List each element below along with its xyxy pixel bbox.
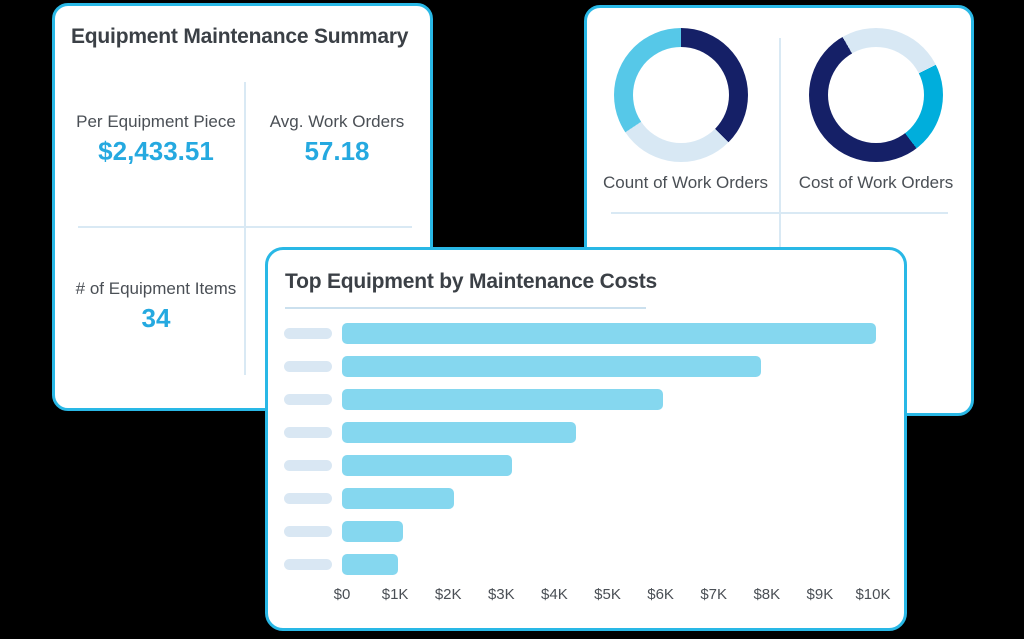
dashboard-canvas: Equipment Maintenance Summary Per Equipm…	[0, 0, 1024, 639]
cost-of-work-orders-donut-chart	[809, 28, 943, 162]
bar	[342, 356, 761, 377]
bar	[342, 554, 398, 575]
bar-category-pill	[284, 394, 332, 405]
metric-label: # of Equipment Items	[68, 279, 244, 299]
bar-category-pill	[284, 526, 332, 537]
cost-of-work-orders-label: Cost of Work Orders	[781, 173, 971, 193]
metric-value: $2,433.51	[68, 137, 244, 165]
metric-value: 57.18	[252, 137, 422, 165]
x-axis-tick-label: $8K	[742, 587, 792, 603]
top-equipment-bar-chart-card: Top Equipment by Maintenance Costs $0$1K…	[265, 247, 907, 631]
bar	[342, 389, 663, 410]
bar-card-title: Top Equipment by Maintenance Costs	[285, 270, 657, 294]
bar-category-pill	[284, 460, 332, 471]
metric-number-of-equipment-items: # of Equipment Items 34	[68, 279, 244, 332]
count-of-work-orders-label: Count of Work Orders	[590, 173, 781, 193]
metric-label: Avg. Work Orders	[252, 112, 422, 132]
x-axis-tick-label: $2K	[423, 587, 473, 603]
x-axis-tick-label: $3K	[476, 587, 526, 603]
bar-category-pill	[284, 559, 332, 570]
title-underline	[285, 307, 646, 309]
summary-card-title: Equipment Maintenance Summary	[71, 25, 408, 49]
x-axis-tick-label: $4K	[529, 587, 579, 603]
x-axis-tick-label: $10K	[848, 587, 898, 603]
metric-label: Per Equipment Piece	[68, 112, 244, 132]
bar	[342, 422, 576, 443]
donut-hole	[828, 47, 924, 143]
x-axis-tick-label: $1K	[370, 587, 420, 603]
metric-per-equipment-piece: Per Equipment Piece $2,433.51	[68, 112, 244, 165]
x-axis-tick-label: $6K	[636, 587, 686, 603]
metric-avg-work-orders: Avg. Work Orders 57.18	[252, 112, 422, 165]
donut-card-horizontal-divider	[611, 212, 948, 214]
bar-category-pill	[284, 361, 332, 372]
bar-category-pill	[284, 493, 332, 504]
count-of-work-orders-donut-chart	[614, 28, 748, 162]
x-axis-tick-label: $7K	[689, 587, 739, 603]
donut-card-vertical-divider	[779, 38, 781, 248]
bar-category-pill	[284, 328, 332, 339]
bar	[342, 521, 403, 542]
x-axis-tick-label: $0	[317, 587, 367, 603]
summary-vertical-divider	[244, 82, 246, 375]
bar	[342, 488, 454, 509]
bar	[342, 455, 512, 476]
x-axis-tick-label: $5K	[583, 587, 633, 603]
metric-value: 34	[68, 304, 244, 332]
donut-hole	[633, 47, 729, 143]
x-axis-tick-label: $9K	[795, 587, 845, 603]
bar-category-pill	[284, 427, 332, 438]
summary-horizontal-divider	[78, 226, 412, 228]
bar	[342, 323, 876, 344]
